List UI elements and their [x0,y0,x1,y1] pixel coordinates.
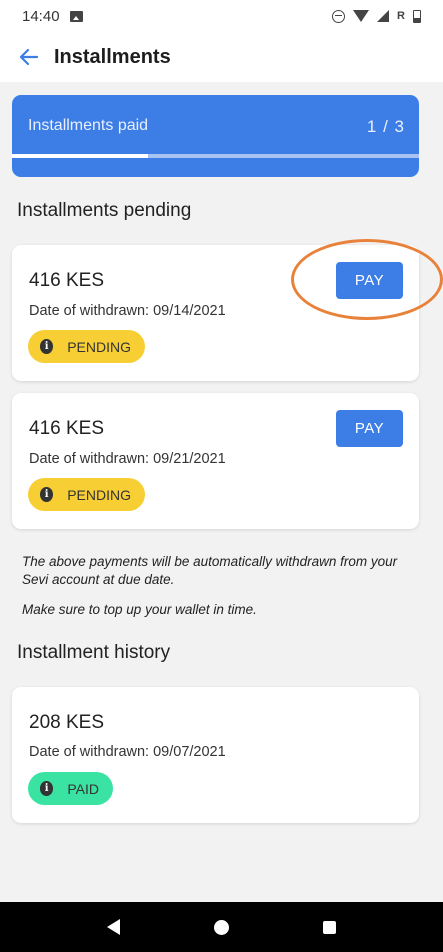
installment-date: Date of withdrawn: 09/07/2021 [29,744,226,760]
signal-icon [377,10,390,22]
arrow-left-icon [19,48,39,66]
system-nav-bar [0,902,443,952]
installment-date: Date of withdrawn: 09/21/2021 [29,451,226,467]
progress-label: Installments paid [28,117,149,134]
history-section-title: Installment history [17,642,171,663]
info-icon: i [40,487,54,502]
top-up-note: Make sure to top up your wallet in time. [22,602,257,617]
status-left: 14:40 [22,8,83,25]
wifi-icon [353,10,370,22]
status-badge-pending: i PENDING [28,330,145,363]
info-icon: i [40,339,54,354]
battery-icon [413,9,421,23]
installment-amount: 416 KES [29,418,104,439]
image-icon [69,10,83,22]
nav-recents-icon[interactable] [323,920,336,934]
pending-section-title: Installments pending [17,200,192,221]
progress-count: 1 / 3 [366,117,405,136]
history-installment-card: 208 KES Date of withdrawn: 09/07/2021 i … [12,687,419,823]
installment-amount: 208 KES [29,712,104,733]
nav-home-icon[interactable] [214,919,229,935]
pending-installment-card: 416 KES Date of withdrawn: 09/14/2021 PA… [12,245,419,381]
installments-progress-card: Installments paid 1 / 3 [12,95,419,177]
auto-withdraw-note: The above payments will be automatically… [22,554,398,587]
back-button[interactable] [18,46,40,68]
installment-amount: 416 KES [29,270,104,291]
status-bar: 14:40 R [0,0,443,32]
page-title: Installments [54,45,171,68]
status-badge-label: PAID [67,780,99,797]
status-right: R [332,9,421,23]
status-time: 14:40 [22,7,60,25]
installment-date: Date of withdrawn: 09/14/2021 [29,303,226,319]
app-bar: Installments [0,32,443,82]
network-label: R [397,10,405,22]
info-icon: i [40,781,54,796]
pending-installment-card: 416 KES Date of withdrawn: 09/21/2021 PA… [12,393,419,529]
status-badge-label: PENDING [67,338,131,355]
status-badge-paid: i PAID [28,772,113,805]
nav-back-icon[interactable] [107,919,120,935]
status-badge-pending: i PENDING [28,478,145,511]
do-not-disturb-icon [332,9,346,23]
progress-bar-fill [12,154,148,158]
progress-bar [12,154,419,158]
pay-button[interactable]: PAY [336,410,403,447]
status-badge-label: PENDING [67,486,131,503]
pay-button[interactable]: PAY [336,262,403,299]
